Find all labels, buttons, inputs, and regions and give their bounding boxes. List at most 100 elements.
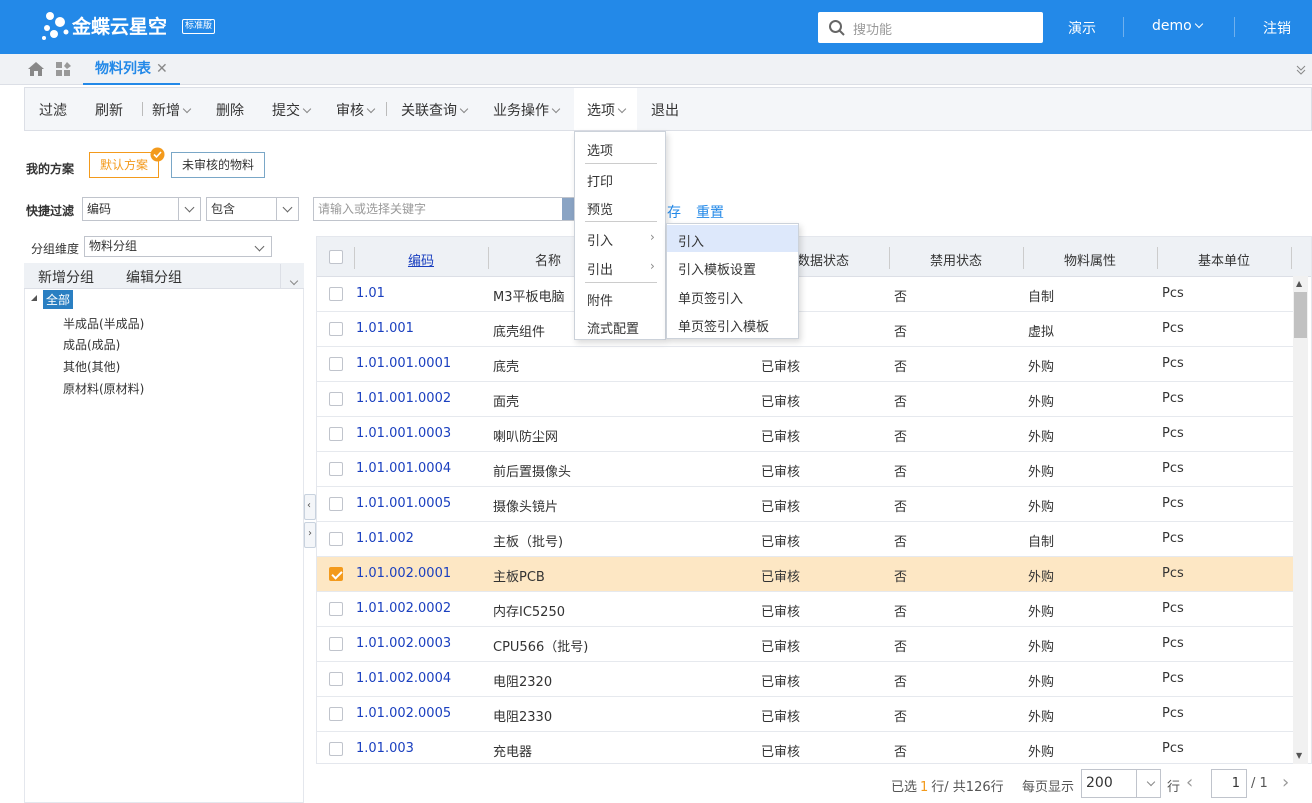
table-row[interactable]: 1.01 M3平板电脑 否 自制 Pcs bbox=[317, 277, 1293, 312]
menu-item-preview[interactable]: 预览 bbox=[587, 199, 613, 218]
cell-code[interactable]: 1.01.002.0001 bbox=[356, 566, 451, 581]
double-chevron-down-icon[interactable] bbox=[1295, 64, 1307, 76]
column-header-code[interactable]: 编码 bbox=[354, 250, 488, 269]
row-checkbox[interactable] bbox=[329, 672, 343, 686]
row-checkbox[interactable] bbox=[329, 322, 343, 336]
grid-scrollbar[interactable] bbox=[1293, 276, 1308, 764]
new-button[interactable]: 新增 bbox=[152, 100, 192, 120]
save-link[interactable]: 存 bbox=[667, 202, 681, 222]
table-row[interactable]: 1.01.001.0005 摄像头镜片 已审核 否 外购 Pcs bbox=[317, 487, 1293, 522]
options-button[interactable]: 选项 bbox=[587, 100, 627, 120]
row-checkbox[interactable] bbox=[329, 637, 343, 651]
submenu-item-import-template[interactable]: 引入模板设置 bbox=[678, 259, 756, 278]
scrollbar-thumb[interactable] bbox=[1294, 292, 1307, 338]
scroll-up-icon[interactable]: ▲ bbox=[1296, 279, 1302, 288]
cell-code[interactable]: 1.01.001 bbox=[356, 321, 414, 336]
cell-code[interactable]: 1.01.003 bbox=[356, 741, 414, 756]
table-row[interactable]: 1.01.001.0002 面壳 已审核 否 外购 Pcs bbox=[317, 382, 1293, 417]
menu-item-export[interactable]: 引出 bbox=[587, 259, 613, 278]
row-checkbox[interactable] bbox=[329, 287, 343, 301]
cell-code[interactable]: 1.01.001.0004 bbox=[356, 461, 451, 476]
expand-right-button[interactable]: › bbox=[304, 522, 316, 548]
table-row[interactable]: 1.01.001.0004 前后置摄像头 已审核 否 外购 Pcs bbox=[317, 452, 1293, 487]
row-checkbox[interactable] bbox=[329, 497, 343, 511]
tree-node[interactable]: 成品(成品) bbox=[63, 336, 120, 353]
tree-node-all[interactable]: 全部 bbox=[43, 290, 74, 309]
next-page-icon[interactable]: › bbox=[1282, 772, 1289, 793]
table-row[interactable]: 1.01.002 主板（批号) 已审核 否 自制 Pcs bbox=[317, 522, 1293, 557]
column-header-attr[interactable]: 物料属性 bbox=[1023, 250, 1157, 269]
table-row[interactable]: 1.01.002.0003 CPU566（批号) 已审核 否 外购 Pcs bbox=[317, 627, 1293, 662]
table-row[interactable]: 1.01.002.0001 主板PCB 已审核 否 外购 Pcs bbox=[317, 557, 1293, 592]
row-checkbox[interactable] bbox=[329, 707, 343, 721]
exit-button[interactable]: 退出 bbox=[651, 100, 679, 120]
table-row[interactable]: 1.01.001.0003 喇叭防尘网 已审核 否 外购 Pcs bbox=[317, 417, 1293, 452]
group-dimension-select[interactable]: 物料分组 bbox=[84, 236, 272, 257]
related-query-button[interactable]: 关联查询 bbox=[401, 100, 469, 120]
nav-demo[interactable]: 演示 bbox=[1068, 18, 1096, 38]
cell-code[interactable]: 1.01.001.0005 bbox=[356, 496, 451, 511]
table-row[interactable]: 1.01.001.0001 底壳 已审核 否 外购 Pcs bbox=[317, 347, 1293, 382]
filter-button[interactable]: 过滤 bbox=[39, 100, 67, 120]
row-checkbox[interactable] bbox=[329, 602, 343, 616]
tree-node[interactable]: 半成品(半成品) bbox=[63, 315, 144, 332]
scheme-default-button[interactable]: 默认方案 bbox=[89, 152, 160, 178]
row-checkbox[interactable] bbox=[329, 567, 343, 581]
table-row[interactable]: 1.01.001 底壳组件 否 虚拟 Pcs bbox=[317, 312, 1293, 347]
home-icon[interactable] bbox=[27, 61, 45, 77]
close-icon[interactable]: ✕ bbox=[156, 61, 168, 77]
business-ops-button[interactable]: 业务操作 bbox=[493, 100, 561, 120]
logout-link[interactable]: 注销 bbox=[1263, 18, 1291, 38]
menu-item-print[interactable]: 打印 bbox=[587, 171, 613, 190]
collapse-left-button[interactable]: ‹ bbox=[304, 494, 316, 520]
table-row[interactable]: 1.01.002.0002 内存IC5250 已审核 否 外购 Pcs bbox=[317, 592, 1293, 627]
tab-material-list[interactable]: 物料列表 ✕ bbox=[83, 54, 180, 85]
user-menu[interactable]: demo bbox=[1152, 18, 1203, 34]
cell-code[interactable]: 1.01.002.0002 bbox=[356, 601, 451, 616]
edit-group-button[interactable]: 编辑分组 bbox=[126, 267, 182, 287]
chevron-down-icon[interactable] bbox=[1136, 770, 1160, 797]
row-checkbox[interactable] bbox=[329, 392, 343, 406]
per-page-select[interactable]: 200 bbox=[1081, 769, 1161, 798]
menu-item-attachment[interactable]: 附件 bbox=[587, 290, 613, 309]
row-checkbox[interactable] bbox=[329, 462, 343, 476]
row-checkbox[interactable] bbox=[329, 742, 343, 756]
delete-button[interactable]: 删除 bbox=[216, 100, 244, 120]
cell-code[interactable]: 1.01.002.0004 bbox=[356, 671, 451, 686]
select-all-checkbox[interactable] bbox=[329, 250, 343, 264]
cell-code[interactable]: 1.01.001.0002 bbox=[356, 391, 451, 406]
scheme-unaudited-button[interactable]: 未审核的物料 bbox=[171, 152, 266, 178]
table-row[interactable]: 1.01.003 充电器 已审核 否 外购 Pcs bbox=[317, 732, 1293, 763]
row-checkbox[interactable] bbox=[329, 427, 343, 441]
keyword-input[interactable]: 请输入或选择关键字 bbox=[313, 197, 583, 221]
menu-item-flow-config[interactable]: 流式配置 bbox=[587, 318, 639, 337]
column-header-unit[interactable]: 基本单位 bbox=[1157, 250, 1291, 269]
cell-code[interactable]: 1.01.002.0005 bbox=[356, 706, 451, 721]
add-group-button[interactable]: 新增分组 bbox=[38, 267, 94, 287]
table-row[interactable]: 1.01.002.0004 电阻2320 已审核 否 外购 Pcs bbox=[317, 662, 1293, 697]
cell-code[interactable]: 1.01 bbox=[356, 286, 385, 301]
audit-button[interactable]: 审核 bbox=[336, 100, 376, 120]
submenu-item-import[interactable]: 引入 bbox=[678, 231, 704, 250]
tree-node[interactable]: 其他(其他) bbox=[63, 358, 120, 375]
refresh-button[interactable]: 刷新 bbox=[95, 100, 123, 120]
cell-code[interactable]: 1.01.001.0001 bbox=[356, 356, 451, 371]
cell-code[interactable]: 1.01.001.0003 bbox=[356, 426, 451, 441]
filter-field-select[interactable]: 编码 bbox=[82, 197, 201, 221]
submit-button[interactable]: 提交 bbox=[272, 100, 312, 120]
row-checkbox[interactable] bbox=[329, 532, 343, 546]
cell-code[interactable]: 1.01.002 bbox=[356, 531, 414, 546]
prev-page-icon[interactable]: ‹ bbox=[1186, 772, 1193, 793]
tree-node[interactable]: 原材料(原材料) bbox=[63, 380, 144, 397]
row-checkbox[interactable] bbox=[329, 357, 343, 371]
filter-operator-select[interactable]: 包含 bbox=[206, 197, 299, 221]
submenu-item-single-tab-import[interactable]: 单页签引入 bbox=[678, 288, 743, 307]
page-input[interactable]: 1 bbox=[1211, 769, 1247, 798]
menu-item-options[interactable]: 选项 bbox=[587, 140, 613, 159]
cell-code[interactable]: 1.01.002.0003 bbox=[356, 636, 451, 651]
submenu-item-single-tab-template[interactable]: 单页签引入模板 bbox=[678, 316, 769, 335]
column-header-disabled[interactable]: 禁用状态 bbox=[889, 250, 1023, 269]
reset-link[interactable]: 重置 bbox=[696, 202, 724, 222]
scroll-down-icon[interactable]: ▼ bbox=[1296, 751, 1302, 760]
function-search-input[interactable]: 搜功能 bbox=[818, 12, 1043, 43]
